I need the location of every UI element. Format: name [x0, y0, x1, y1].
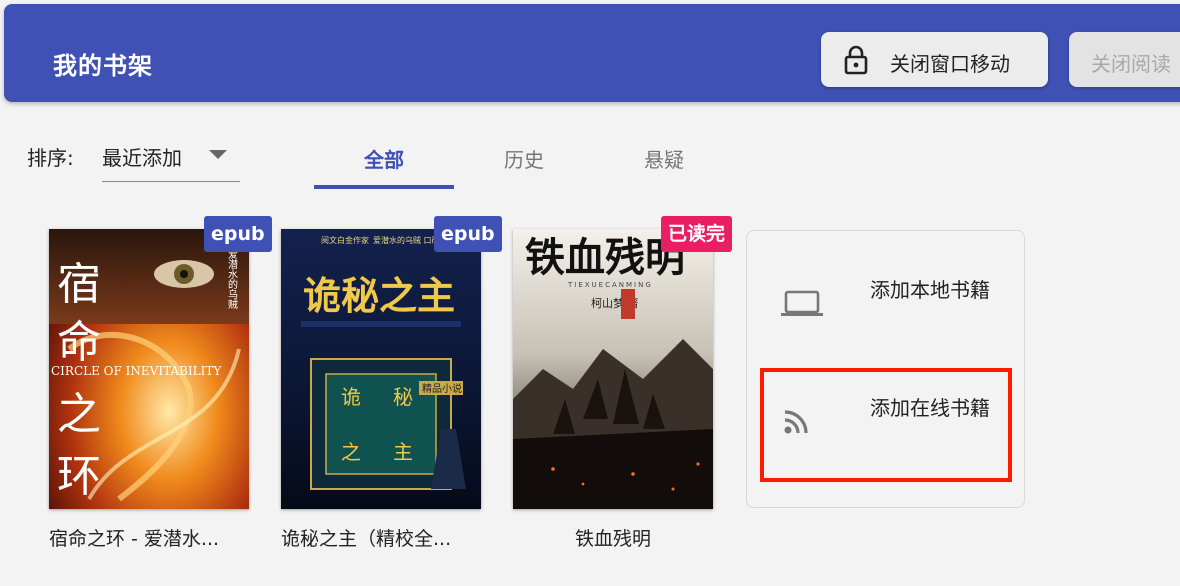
cover-title: 诡秘之主	[303, 273, 455, 318]
page-title: 我的书架	[53, 52, 153, 80]
svg-text:主: 主	[393, 440, 413, 464]
format-badge: epub	[204, 216, 272, 252]
cover-pinyin: TIEXUECANMING	[567, 281, 653, 289]
sort-select[interactable]: 最近添加	[102, 136, 240, 182]
close-reader-label: 关闭阅读	[1091, 52, 1171, 76]
tab-mystery[interactable]: 悬疑	[594, 144, 734, 190]
cover-title-char-3: 之	[57, 389, 101, 440]
finished-badge: 已读完	[661, 216, 733, 252]
add-local-book-label: 添加本地书籍	[870, 278, 990, 302]
highlight-box	[760, 368, 1012, 482]
disable-window-move-label: 关闭窗口移动	[890, 52, 1010, 76]
disable-window-move-button[interactable]: 关闭窗口移动	[821, 32, 1048, 87]
cover-title-char-4: 环	[57, 451, 101, 502]
app-bar: 我的书架 关闭窗口移动 关闭阅读	[4, 4, 1180, 102]
book-title: 铁血残明	[574, 528, 651, 550]
chevron-down-icon	[209, 150, 227, 159]
book-title: 诡秘之主（精校全...	[281, 528, 452, 550]
close-reader-button[interactable]: 关闭阅读	[1069, 32, 1180, 87]
book-title: 宿命之环 - 爱潜水...	[49, 528, 220, 550]
tab-all[interactable]: 全部	[314, 144, 454, 190]
cover-title-char-1: 宿	[57, 259, 101, 310]
cover-publisher: 阅文白金作家	[321, 235, 369, 245]
add-local-book-button[interactable]: 添加本地书籍	[747, 251, 1024, 351]
bookshelf-page: 我的书架 关闭窗口移动 关闭阅读 排序: 最近添加 全部 历史 悬疑 宿 命 之…	[0, 0, 1180, 586]
svg-text:之: 之	[341, 440, 361, 464]
book-cover[interactable]: 宿 命 之 环 CIRCLE OF INEVITABILITY 爱潜水的乌贼	[49, 229, 249, 509]
svg-text:诡: 诡	[341, 385, 361, 409]
cover-title-char-2: 命	[57, 317, 101, 368]
sort-label: 排序:	[27, 146, 74, 170]
book-cover[interactable]: 铁血残明 TIEXUECANMING 柯山梦 著	[513, 229, 713, 509]
format-badge: epub	[434, 216, 502, 252]
sort-value: 最近添加	[102, 146, 182, 170]
tab-history[interactable]: 历史	[454, 144, 594, 190]
book-cover[interactable]: 阅文白金作家 爱潜水的乌贼 口碑力作 诡秘之主 诡 秘 之 主 精品小说	[281, 229, 481, 509]
cover-subtitle: CIRCLE OF INEVITABILITY	[51, 364, 222, 378]
cover-author: 爱潜水的乌贼	[226, 248, 238, 310]
svg-text:秘: 秘	[393, 385, 413, 409]
tab-indicator	[314, 185, 454, 189]
lock-icon	[843, 45, 869, 75]
cover-tag: 精品小说	[422, 382, 462, 395]
laptop-icon	[781, 289, 823, 323]
